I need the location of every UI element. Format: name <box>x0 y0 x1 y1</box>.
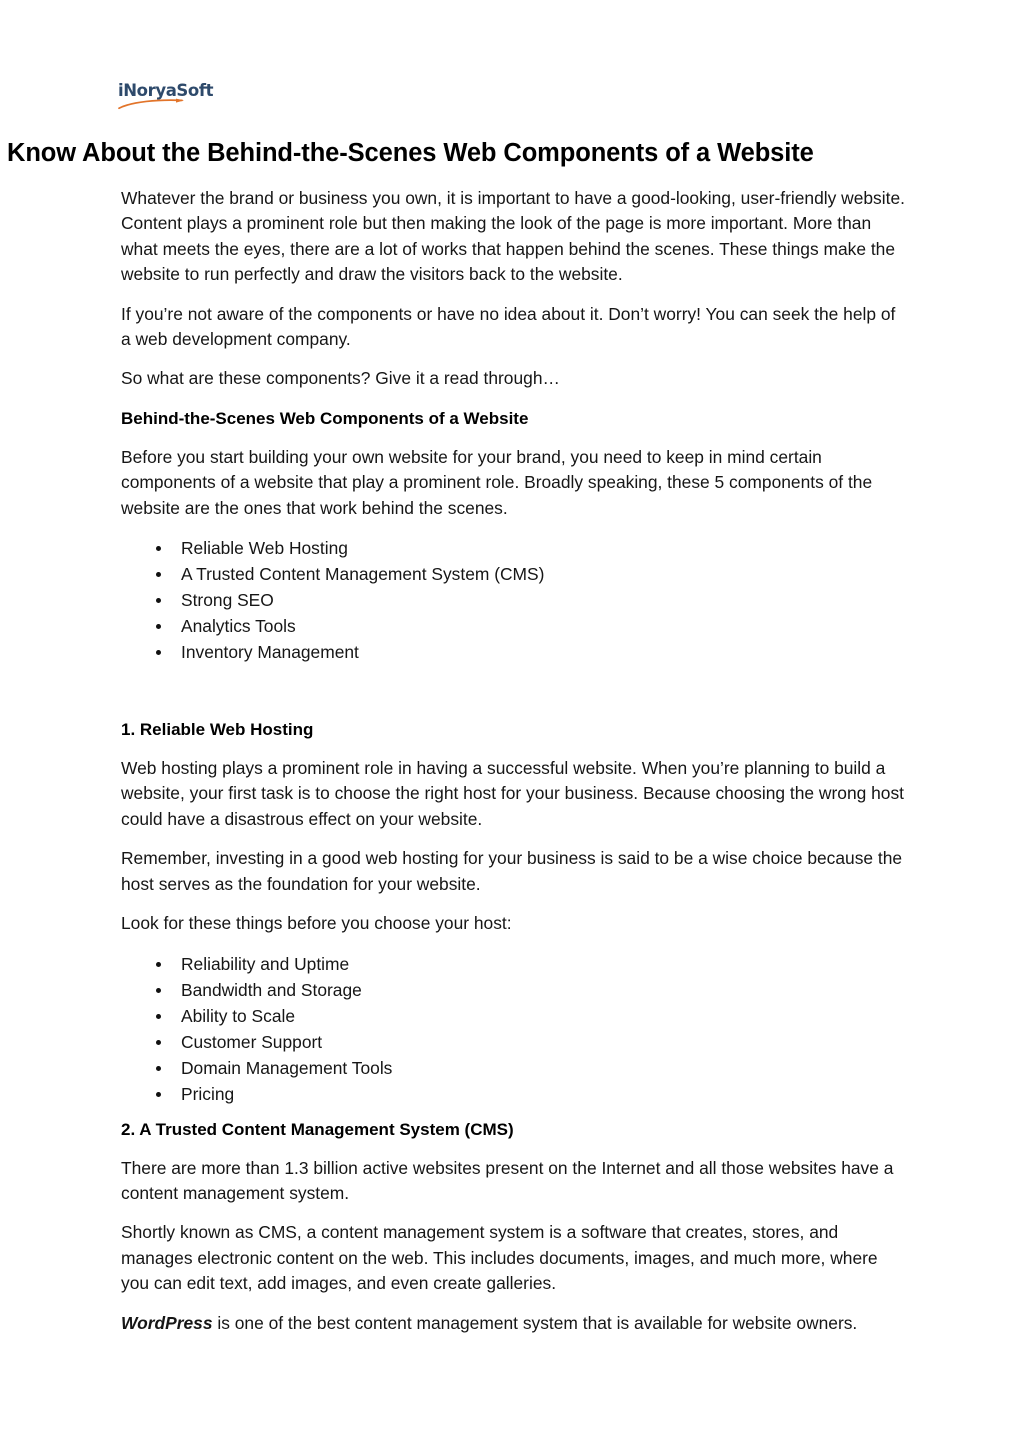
list-item-label: Strong SEO <box>181 590 274 611</box>
paragraph-section-one-1: Web hosting plays a prominent role in ha… <box>121 758 904 829</box>
paragraph-intro-1: Whatever the brand or business you own, … <box>121 188 905 285</box>
list-item: Inventory Management <box>121 639 905 665</box>
components-bullet-list: Reliable Web Hosting A Trusted Content M… <box>121 535 905 665</box>
bullet-dot-icon <box>156 1013 161 1019</box>
page-title-text: Know About the Behind-the-Scenes Web Com… <box>7 139 814 167</box>
closing-rest-text: is one of the best content management sy… <box>212 1312 858 1333</box>
list-item: Reliability and Uptime <box>121 951 905 977</box>
list-item-label: Pricing <box>181 1083 235 1104</box>
list-item: Pricing <box>121 1081 905 1107</box>
list-item: Customer Support <box>121 1029 905 1055</box>
page-title: Know About the Behind-the-Scenes Web Com… <box>7 138 814 168</box>
paragraph-section-one-2: Remember, investing in a good web hostin… <box>121 848 903 894</box>
list-item: Ability to Scale <box>121 1003 905 1029</box>
paragraph-intro-3: So what are these components? Give it a … <box>121 368 560 389</box>
brand-logo: iNoryaSoft <box>118 82 238 116</box>
list-item: Bandwidth and Storage <box>121 977 905 1003</box>
bullet-dot-icon <box>156 1065 161 1071</box>
list-item-label: Reliable Web Hosting <box>181 538 348 559</box>
paragraph-section-two-2: Shortly known as CMS, a content manageme… <box>121 1222 878 1294</box>
bullet-dot-icon <box>156 961 161 967</box>
heading-section-one: 1. Reliable Web Hosting <box>121 720 314 740</box>
brand-logo-swoosh-icon <box>118 98 184 110</box>
bullet-dot-icon <box>156 546 161 552</box>
document-page: iNoryaSoft Know About the Behind-the-Sce… <box>0 0 1023 1448</box>
list-item-label: A Trusted Content Management System (CMS… <box>181 564 545 585</box>
list-item: Strong SEO <box>121 587 905 613</box>
paragraph-intro-2: If you’re not aware of the components or… <box>121 303 896 350</box>
list-item: A Trusted Content Management System (CMS… <box>121 561 905 587</box>
list-item-label: Customer Support <box>181 1031 323 1052</box>
bullet-dot-icon <box>156 1091 161 1097</box>
document-body: Whatever the brand or business you own, … <box>121 186 905 1350</box>
bullet-dot-icon <box>156 572 161 578</box>
paragraph-section-one-3: Look for these things before you choose … <box>121 913 512 934</box>
list-item-label: Bandwidth and Storage <box>181 979 362 1000</box>
bullet-dot-icon <box>156 624 161 630</box>
list-item-label: Ability to Scale <box>181 1005 296 1026</box>
list-item: Reliable Web Hosting <box>121 535 905 561</box>
host-checklist-bullet-list: Reliability and Uptime Bandwidth and Sto… <box>121 951 905 1107</box>
bullet-dot-icon <box>156 987 161 993</box>
bullet-dot-icon <box>156 650 161 656</box>
list-item-label: Reliability and Uptime <box>181 953 350 974</box>
list-item: Analytics Tools <box>121 613 905 639</box>
wordpress-emphasis: WordPress <box>121 1312 213 1333</box>
list-item-label: Domain Management Tools <box>181 1057 393 1078</box>
subheading-components: Behind-the-Scenes Web Components of a We… <box>121 408 529 428</box>
heading-section-two: 2. A Trusted Content Management System (… <box>121 1119 514 1139</box>
paragraph-section-two-closing: WordPress is one of the best content man… <box>121 1311 905 1336</box>
bullet-dot-icon <box>156 1039 161 1045</box>
list-item-label: Inventory Management <box>181 642 359 663</box>
bullet-dot-icon <box>156 598 161 604</box>
paragraph-section-two-1: There are more than 1.3 billion active w… <box>121 1157 894 1203</box>
list-item: Domain Management Tools <box>121 1055 905 1081</box>
paragraph-intro-4: Before you start building your own websi… <box>121 446 873 518</box>
list-item-label: Analytics Tools <box>181 616 296 637</box>
